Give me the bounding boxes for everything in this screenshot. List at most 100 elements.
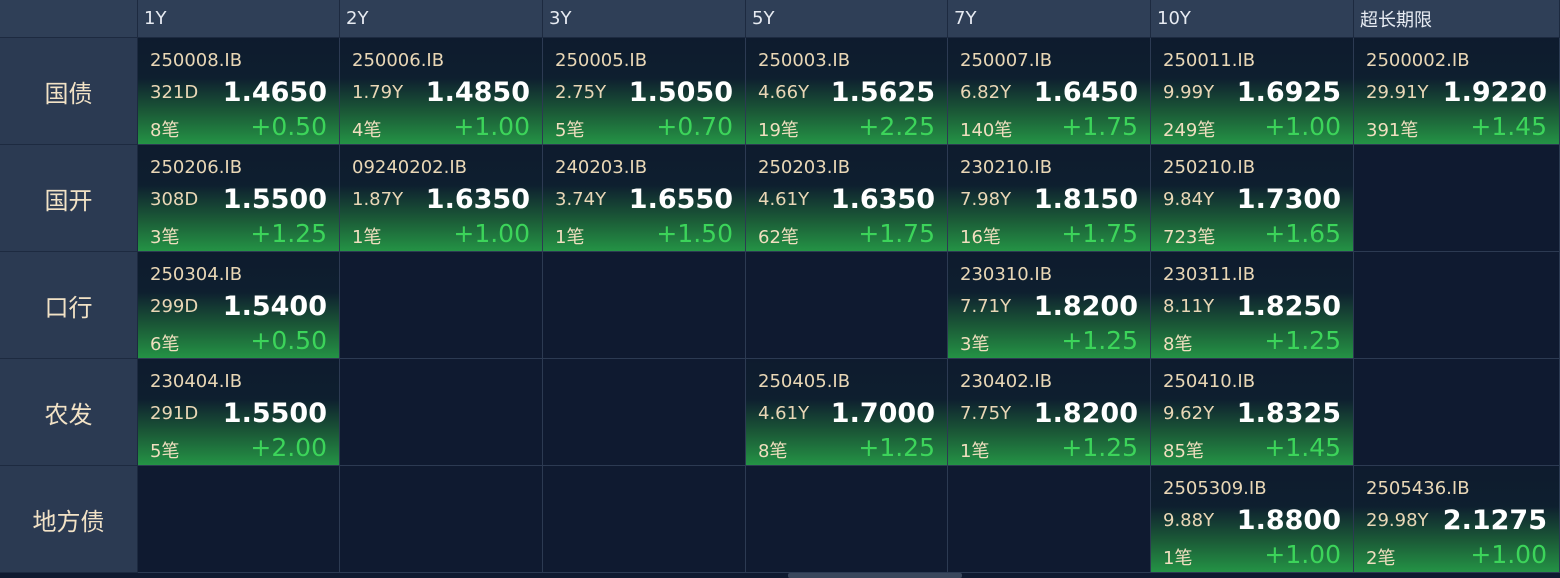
quote-cell[interactable]: 230210.IB 7.98Y 1.8150 16笔 +1.75: [948, 145, 1151, 252]
bond-code: 2505309.IB: [1163, 478, 1267, 499]
yield-change: +1.45: [1264, 433, 1341, 462]
quote-cell[interactable]: 250005.IB 2.75Y 1.5050 5笔 +0.70: [543, 38, 746, 145]
quote-cell[interactable]: 250210.IB 9.84Y 1.7300 723笔 +1.65: [1151, 145, 1354, 252]
remaining-tenor: 7.71Y: [960, 296, 1012, 317]
quote-cell[interactable]: 250206.IB 308D 1.5500 3笔 +1.25: [138, 145, 340, 252]
bond-code: 250005.IB: [555, 50, 648, 71]
quote-cell[interactable]: 230402.IB 7.75Y 1.8200 1笔 +1.25: [948, 359, 1151, 466]
remaining-tenor: 321D: [150, 82, 199, 103]
column-header-ultra-long[interactable]: 超长期限: [1354, 0, 1560, 38]
yield-value: 1.8325: [1236, 398, 1341, 429]
bond-code: 250206.IB: [150, 157, 243, 178]
remaining-tenor: 9.99Y: [1163, 82, 1215, 103]
column-header-1y[interactable]: 1Y: [138, 0, 340, 38]
quote-cell[interactable]: 250203.IB 4.61Y 1.6350 62笔 +1.75: [746, 145, 948, 252]
empty-cell: [543, 466, 746, 573]
quote-cell[interactable]: 2500002.IB 29.91Y 1.9220 391笔 +1.45: [1354, 38, 1560, 145]
empty-cell: [746, 466, 948, 573]
yield-change: +1.25: [858, 433, 935, 462]
empty-cell: [340, 359, 543, 466]
quote-cell[interactable]: 250006.IB 1.79Y 1.4850 4笔 +1.00: [340, 38, 543, 145]
column-header-2y[interactable]: 2Y: [340, 0, 543, 38]
quote-cell[interactable]: 2505309.IB 9.88Y 1.8800 1笔 +1.00: [1151, 466, 1354, 573]
row-label-kouhang: 口行: [0, 252, 138, 359]
bond-code: 230210.IB: [960, 157, 1053, 178]
quote-cell[interactable]: 250410.IB 9.62Y 1.8325 85笔 +1.45: [1151, 359, 1354, 466]
quote-cell[interactable]: 250405.IB 4.61Y 1.7000 8笔 +1.25: [746, 359, 948, 466]
trade-count: 8笔: [758, 441, 788, 462]
empty-cell: [948, 466, 1151, 573]
trade-count: 5笔: [150, 441, 180, 462]
empty-cell: [340, 466, 543, 573]
remaining-tenor: 2.75Y: [555, 82, 607, 103]
yield-change: +1.00: [1470, 540, 1547, 569]
bond-code: 250203.IB: [758, 157, 851, 178]
trade-count: 8笔: [1163, 334, 1193, 355]
trade-count: 5笔: [555, 120, 585, 141]
horizontal-scrollbar[interactable]: [788, 573, 962, 578]
yield-value: 1.5400: [222, 291, 327, 322]
yield-value: 1.8250: [1236, 291, 1341, 322]
bond-code: 250210.IB: [1163, 157, 1256, 178]
yield-change: +1.25: [1264, 326, 1341, 355]
yield-change: +1.50: [656, 219, 733, 248]
empty-cell: [1354, 359, 1560, 466]
row-label-guozhai: 国债: [0, 38, 138, 145]
quote-cell[interactable]: 230404.IB 291D 1.5500 5笔 +2.00: [138, 359, 340, 466]
quote-cell[interactable]: 230310.IB 7.71Y 1.8200 3笔 +1.25: [948, 252, 1151, 359]
trade-count: 4笔: [352, 120, 382, 141]
quote-cell[interactable]: 2505436.IB 29.98Y 2.1275 2笔 +1.00: [1354, 466, 1560, 573]
bond-code: 250405.IB: [758, 371, 851, 392]
yield-change: +1.75: [858, 219, 935, 248]
yield-value: 1.4650: [222, 77, 327, 108]
quote-cell[interactable]: 250007.IB 6.82Y 1.6450 140笔 +1.75: [948, 38, 1151, 145]
bond-code: 09240202.IB: [352, 157, 467, 178]
bond-code: 250410.IB: [1163, 371, 1256, 392]
yield-value: 1.4850: [425, 77, 530, 108]
empty-cell: [746, 252, 948, 359]
quote-cell[interactable]: 250003.IB 4.66Y 1.5625 19笔 +2.25: [746, 38, 948, 145]
bond-code: 250011.IB: [1163, 50, 1256, 71]
quote-cell[interactable]: 09240202.IB 1.87Y 1.6350 1笔 +1.00: [340, 145, 543, 252]
trade-count: 8笔: [150, 120, 180, 141]
bond-code: 230402.IB: [960, 371, 1053, 392]
remaining-tenor: 308D: [150, 189, 199, 210]
yield-change: +1.25: [1061, 326, 1138, 355]
remaining-tenor: 1.79Y: [352, 82, 404, 103]
column-header-7y[interactable]: 7Y: [948, 0, 1151, 38]
empty-cell: [543, 252, 746, 359]
yield-change: +1.75: [1061, 112, 1138, 141]
quote-cell[interactable]: 230311.IB 8.11Y 1.8250 8笔 +1.25: [1151, 252, 1354, 359]
bond-code: 240203.IB: [555, 157, 648, 178]
yield-value: 1.6450: [1033, 77, 1138, 108]
remaining-tenor: 299D: [150, 296, 199, 317]
column-header-10y[interactable]: 10Y: [1151, 0, 1354, 38]
bond-code: 250003.IB: [758, 50, 851, 71]
yield-value: 1.7000: [830, 398, 935, 429]
quote-cell[interactable]: 240203.IB 3.74Y 1.6550 1笔 +1.50: [543, 145, 746, 252]
row-label-guokai: 国开: [0, 145, 138, 252]
remaining-tenor: 291D: [150, 403, 199, 424]
yield-change: +1.00: [453, 219, 530, 248]
yield-value: 1.6350: [425, 184, 530, 215]
column-header-5y[interactable]: 5Y: [746, 0, 948, 38]
row-label-nongfa: 农发: [0, 359, 138, 466]
trade-count: 1笔: [352, 227, 382, 248]
bond-code: 230310.IB: [960, 264, 1053, 285]
remaining-tenor: 8.11Y: [1163, 296, 1215, 317]
row-label-difangzhai: 地方债: [0, 466, 138, 573]
quote-cell[interactable]: 250304.IB 299D 1.5400 6笔 +0.50: [138, 252, 340, 359]
trade-count: 3笔: [150, 227, 180, 248]
quote-cell[interactable]: 250011.IB 9.99Y 1.6925 249笔 +1.00: [1151, 38, 1354, 145]
yield-value: 1.9220: [1442, 77, 1547, 108]
trade-count: 3笔: [960, 334, 990, 355]
yield-value: 1.8150: [1033, 184, 1138, 215]
yield-change: +0.70: [656, 112, 733, 141]
column-header-3y[interactable]: 3Y: [543, 0, 746, 38]
bond-code: 250007.IB: [960, 50, 1053, 71]
bond-code: 2500002.IB: [1366, 50, 1470, 71]
remaining-tenor: 4.66Y: [758, 82, 810, 103]
remaining-tenor: 1.87Y: [352, 189, 404, 210]
quote-cell[interactable]: 250008.IB 321D 1.4650 8笔 +0.50: [138, 38, 340, 145]
remaining-tenor: 6.82Y: [960, 82, 1012, 103]
